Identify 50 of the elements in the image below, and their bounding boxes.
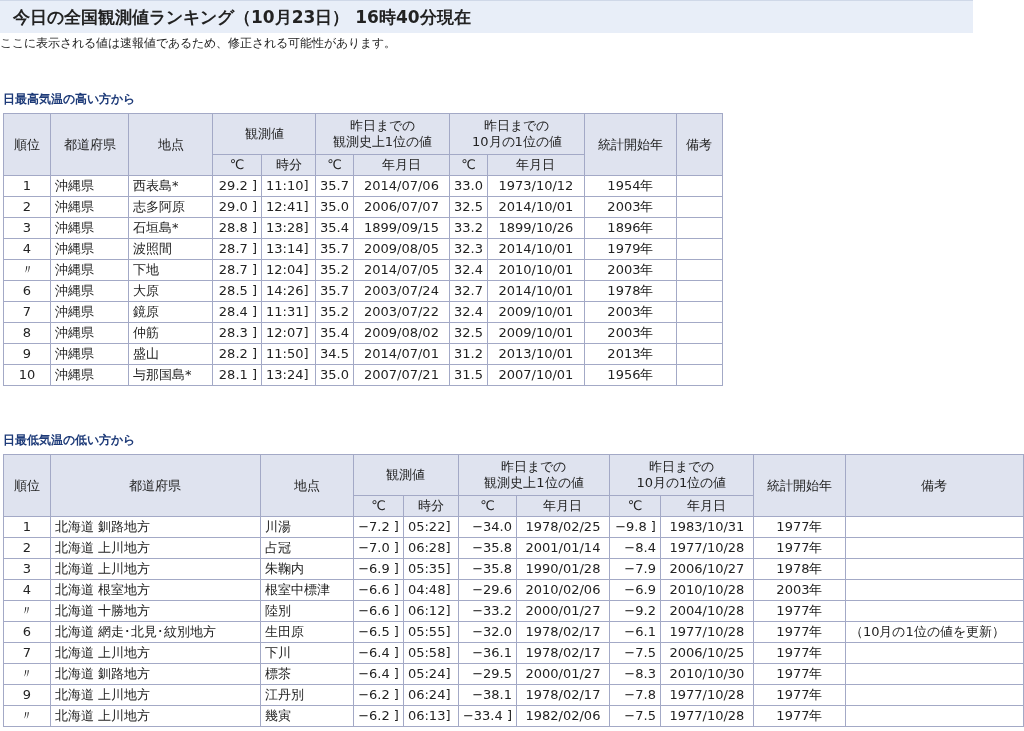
table-cell: 北海道 上川地方 (50, 537, 261, 559)
table-cell: 7 (3, 642, 51, 664)
table-cell: 9 (3, 343, 51, 365)
header-cell: 昨日までの 10月の1位の値 (449, 113, 585, 155)
table-cell: 〃 (3, 600, 51, 622)
header-cell: 統計開始年 (584, 113, 677, 176)
table-cell: 〃 (3, 259, 51, 281)
header-cell: 都道府県 (50, 454, 261, 517)
table-cell: 北海道 根室地方 (50, 579, 261, 601)
table-cell: 北海道 網走･北見･紋別地方 (50, 621, 261, 643)
table-cell: 北海道 十勝地方 (50, 600, 261, 622)
header-cell: 観測値 (212, 113, 316, 155)
header-cell: 備考 (676, 113, 723, 176)
table-cell: 〃 (3, 663, 51, 685)
header-cell: 地点 (128, 113, 213, 176)
header-cell: 都道府県 (50, 113, 129, 176)
table-cell: 1 (3, 175, 51, 197)
header-cell: 順位 (3, 454, 51, 517)
table-cell: 2 (3, 537, 51, 559)
table-cell: 3 (3, 217, 51, 239)
table-cell: 4 (3, 579, 51, 601)
table-cell: 6 (3, 621, 51, 643)
table-cell: 北海道 上川地方 (50, 705, 261, 727)
header-cell: 備考 (845, 454, 1024, 517)
table-cell: 1 (3, 516, 51, 538)
header-cell: 統計開始年 (753, 454, 846, 517)
section-heading: 日最低気温の低い方から (3, 432, 135, 448)
header-cell: 観測値 (353, 454, 459, 496)
notice-text: ここに表示される値は速報値であるため、修正される可能性があります。 (0, 35, 397, 51)
table-cell: 北海道 釧路地方 (50, 663, 261, 685)
table-cell: 北海道 上川地方 (50, 684, 261, 706)
header-cell: 昨日までの 観測史上1位の値 (315, 113, 450, 155)
page-title: 今日の全国観測値ランキング（10月23日） 16時40分現在 (0, 0, 973, 33)
header-cell: 地点 (260, 454, 354, 517)
table-cell: 10 (3, 364, 51, 386)
table-cell: 北海道 釧路地方 (50, 516, 261, 538)
header-cell: 順位 (3, 113, 51, 176)
table-cell: 6 (3, 280, 51, 302)
table-cell: 北海道 上川地方 (50, 642, 261, 664)
header-cell: 昨日までの 観測史上1位の値 (458, 454, 610, 496)
section-heading: 日最高気温の高い方から (3, 91, 135, 107)
table-cell: 8 (3, 322, 51, 344)
table-cell: 〃 (3, 705, 51, 727)
header-cell: 昨日までの 10月の1位の値 (609, 454, 754, 496)
table-cell: 3 (3, 558, 51, 580)
table-cell: 北海道 上川地方 (50, 558, 261, 580)
table-cell: 2 (3, 196, 51, 218)
table-cell: 7 (3, 301, 51, 323)
table-cell: 4 (3, 238, 51, 260)
table-cell: 9 (3, 684, 51, 706)
